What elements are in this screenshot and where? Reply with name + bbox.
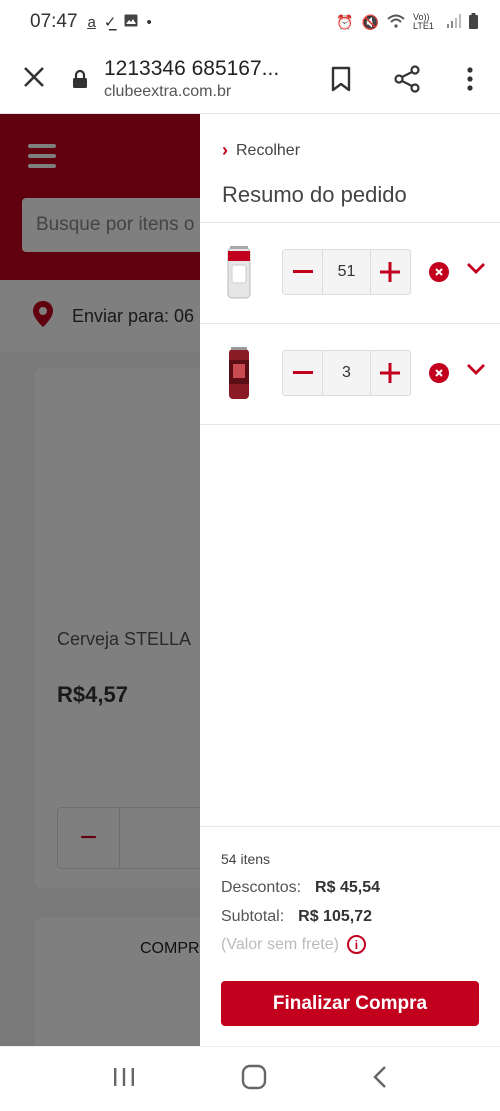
recent-apps-button[interactable] [113,1067,135,1092]
items-count: 54 itens [221,851,271,867]
back-icon [373,1065,386,1088]
quantity-stepper[interactable]: 3 [282,350,411,396]
plus-icon [380,262,401,282]
volte-icon: Vo)) LTE1 [413,12,434,31]
share-icon [394,64,420,93]
cart-item: 51 [200,223,500,324]
cart-item: 3 [200,324,500,425]
collapse-button[interactable]: › Recolher [222,140,300,161]
battery-icon [469,12,478,32]
shipping-note-text: (Valor sem frete) [221,935,339,953]
recent-apps-icon [114,1067,134,1086]
page-domain: clubeextra.com.br [104,82,232,100]
bookmark-icon [331,66,351,91]
lock-icon [68,69,92,89]
browser-toolbar: 1213346 685167... clubeextra.com.br [0,44,500,114]
image-icon [124,14,138,31]
expand-item-button[interactable] [466,362,486,380]
close-circle-icon [435,369,443,377]
drawer-backdrop[interactable] [0,114,200,1046]
download-done-icon: ✓̲ [103,14,117,31]
back-button[interactable] [373,1065,387,1094]
status-bar: 07:47 a̲ ✓̲ • ⏰ 🔇 Vo)) LTE1 [0,0,500,44]
chevron-down-icon [467,364,485,375]
drawer-title: Resumo do pedido [222,182,407,207]
discount-row: Descontos: R$ 45,54 [221,879,380,897]
quantity-stepper[interactable]: 51 [282,249,411,295]
product-thumbnail [226,245,252,301]
minus-icon [292,270,313,273]
status-time: 07:47 [30,11,78,32]
expand-item-button[interactable] [466,261,486,279]
dot-icon: • [146,13,152,31]
home-button[interactable] [241,1064,267,1095]
quantity-value[interactable]: 51 [322,250,371,294]
remove-item-button[interactable] [429,363,449,383]
checkout-button[interactable]: Finalizar Compra [221,981,479,1026]
chevron-down-icon [467,263,485,274]
decrease-quantity-button[interactable] [283,351,322,395]
subtotal-label: Subtotal: [221,908,285,925]
order-totals: 54 itens Descontos: R$ 45,54 Subtotal: R… [200,826,500,1046]
remove-item-button[interactable] [429,262,449,282]
collapse-label: Recolher [236,141,301,159]
amazon-icon: a̲ [87,13,96,31]
mute-icon: 🔇 [361,13,379,30]
close-tab-button[interactable] [0,62,68,96]
plus-icon [380,363,401,383]
minus-icon [292,371,313,374]
info-icon[interactable]: i [346,935,366,954]
cart-items-list: 51 3 [200,222,500,425]
page-title: 1213346 685167... [104,56,280,80]
home-icon [241,1064,267,1089]
product-thumbnail [226,346,252,402]
android-nav-bar [0,1046,500,1111]
decrease-quantity-button[interactable] [283,250,322,294]
quantity-value[interactable]: 3 [322,351,371,395]
increase-quantity-button[interactable] [371,250,410,294]
chevron-right-icon: › [222,140,228,160]
order-summary-drawer: › Recolher Resumo do pedido 51 3 54 iten… [200,114,500,1046]
close-icon [24,66,44,87]
wifi-icon [387,14,405,31]
increase-quantity-button[interactable] [371,351,410,395]
signal-icon [447,13,461,31]
subtotal-value: R$ 105,72 [298,908,372,925]
shipping-note: (Valor sem frete) i [221,935,366,954]
alarm-icon: ⏰ [336,13,354,30]
more-options-button[interactable] [440,66,500,91]
close-circle-icon [435,268,443,276]
discount-value: R$ 45,54 [315,879,380,896]
subtotal-row: Subtotal: R$ 105,72 [221,908,372,926]
discount-label: Descontos: [221,879,302,896]
share-button[interactable] [374,64,440,93]
bookmark-button[interactable] [308,66,374,92]
url-area[interactable]: 1213346 685167... clubeextra.com.br [104,57,308,101]
more-vert-icon [467,66,473,91]
